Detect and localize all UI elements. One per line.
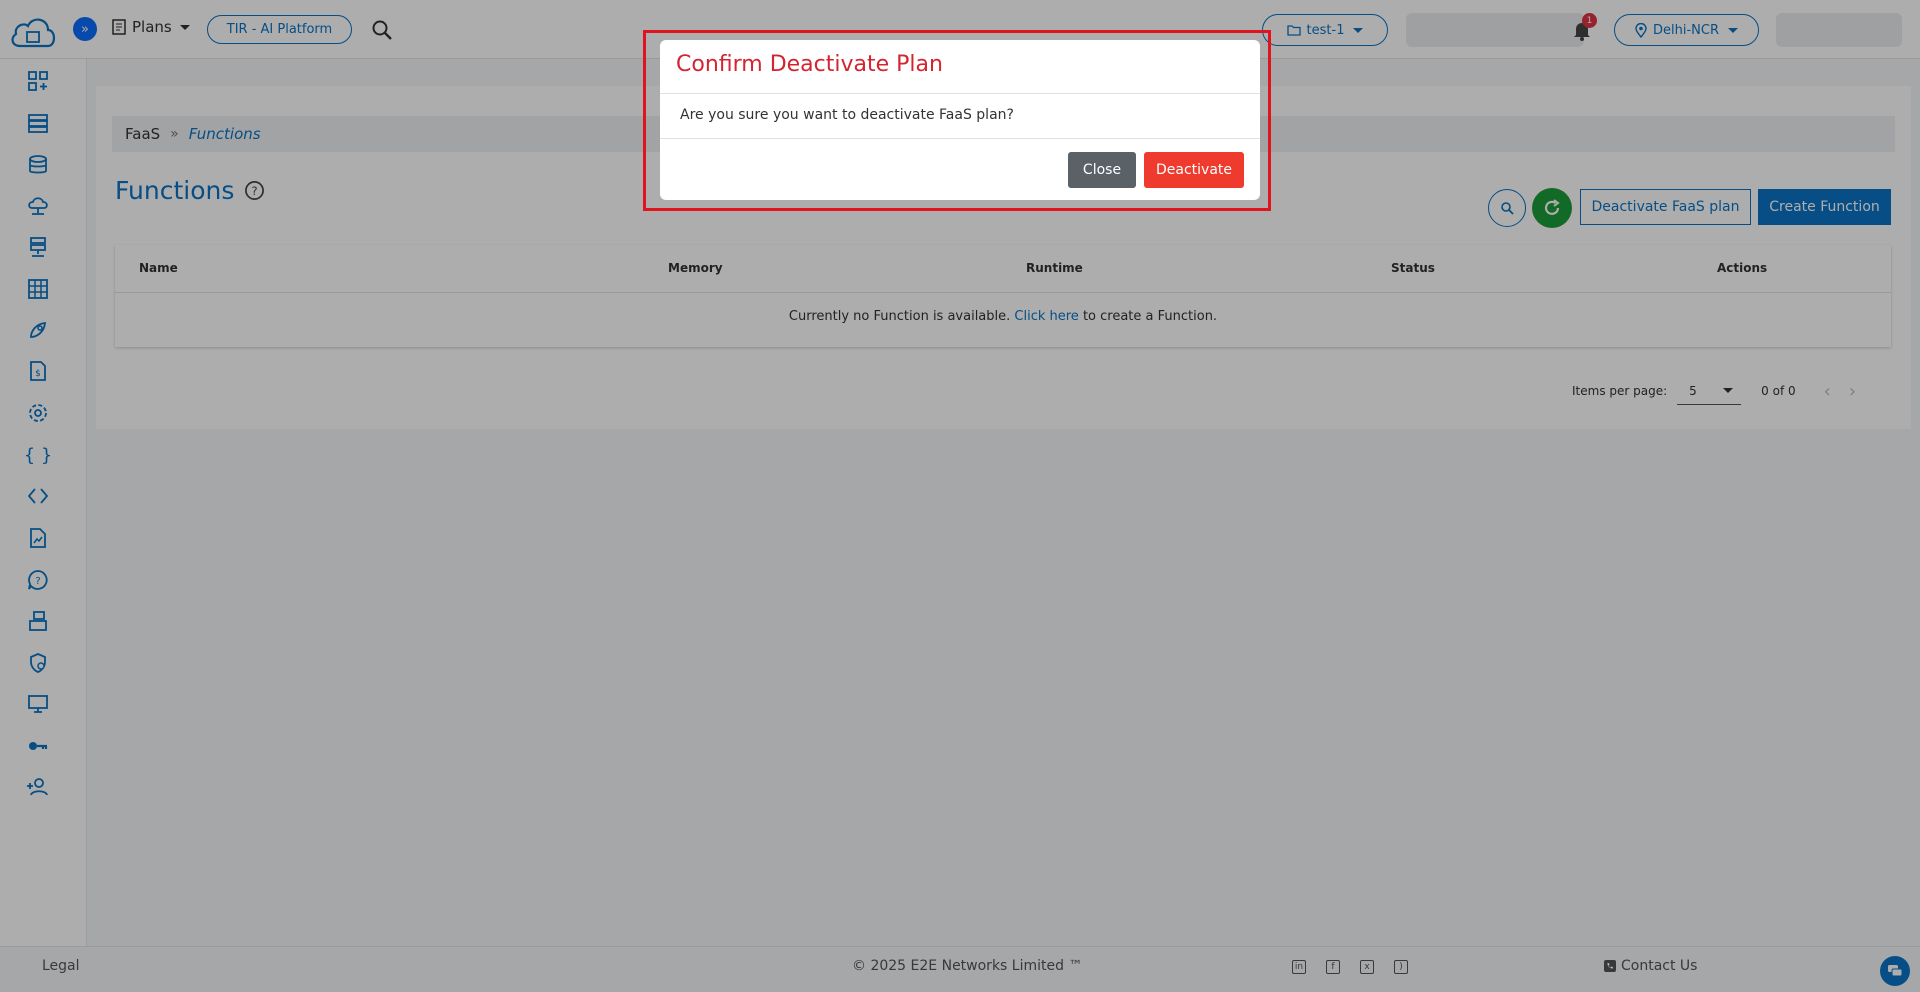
dialog-message: Are you sure you want to deactivate FaaS… [680,107,1014,123]
confirm-deactivate-dialog: Confirm Deactivate Plan Are you sure you… [660,40,1260,200]
deactivate-button[interactable]: Deactivate [1144,152,1244,188]
dialog-title: Confirm Deactivate Plan [676,52,943,77]
dialog-divider [660,93,1260,94]
close-button[interactable]: Close [1068,152,1136,188]
dialog-divider [660,138,1260,139]
